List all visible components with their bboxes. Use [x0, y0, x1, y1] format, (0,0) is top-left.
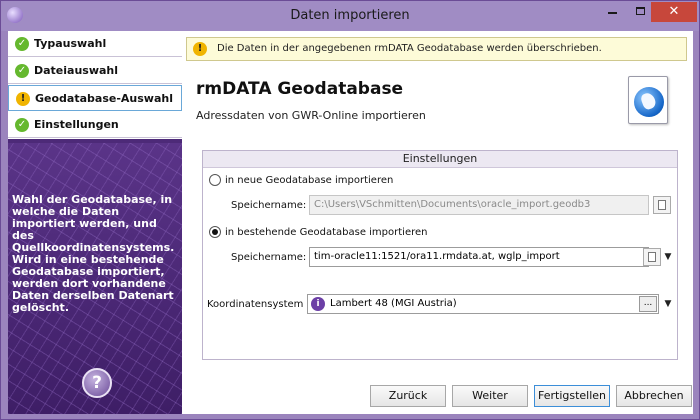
step-einstellungen[interactable]: ✓ Einstellungen	[8, 112, 182, 138]
step-label: Einstellungen	[34, 118, 119, 131]
settings-group: Einstellungen in neue Geodatabase import…	[202, 150, 678, 360]
minimize-button[interactable]	[599, 2, 625, 22]
step-list: ✓ Typauswahl ✓ Dateiauswahl ! Geodatabas…	[8, 31, 182, 139]
warning-banner: ! Die Daten in der angegebenen rmDATA Ge…	[186, 37, 687, 61]
folder-icon	[658, 200, 666, 210]
finish-button[interactable]: Fertigstellen	[534, 385, 610, 407]
dialog-window: Daten importieren ✕ ✓ Typauswahl ✓ Datei…	[0, 0, 700, 420]
close-button[interactable]: ✕	[651, 2, 697, 22]
info-icon: i	[311, 297, 325, 311]
maximize-icon	[635, 7, 645, 15]
page-title: rmDATA Geodatabase	[196, 79, 404, 99]
minimize-icon	[607, 12, 617, 14]
step-label: Dateiauswahl	[34, 64, 119, 77]
wizard-sidebar: ✓ Typauswahl ✓ Dateiauswahl ! Geodatabas…	[8, 31, 182, 414]
step-dateiauswahl[interactable]: ✓ Dateiauswahl	[8, 58, 182, 84]
back-button[interactable]: Zurück	[370, 385, 446, 407]
crs-dropdown-button[interactable]: ▼	[661, 294, 675, 314]
warning-icon: !	[16, 92, 30, 106]
browse-existing-button[interactable]	[643, 248, 661, 266]
step-typauswahl[interactable]: ✓ Typauswahl	[8, 31, 182, 57]
browse-new-button[interactable]	[653, 196, 671, 214]
step-label: Geodatabase-Auswahl	[35, 92, 173, 105]
radio-new-geodatabase[interactable]	[209, 174, 221, 186]
new-path-label: Speichername:	[231, 200, 307, 211]
warning-icon: !	[193, 42, 207, 56]
window-title: Daten importieren	[290, 8, 410, 23]
radio-new-label: in neue Geodatabase importieren	[225, 175, 394, 186]
existing-path-label: Speichername:	[231, 252, 307, 263]
radio-existing-label: in bestehende Geodatabase importieren	[225, 227, 428, 238]
radio-existing-geodatabase[interactable]	[209, 226, 221, 238]
settings-title: Einstellungen	[203, 151, 677, 168]
cancel-button[interactable]: Abbrechen	[616, 385, 692, 407]
next-button[interactable]: Weiter	[452, 385, 528, 407]
check-icon: ✓	[15, 64, 29, 78]
check-icon: ✓	[15, 37, 29, 51]
step-description: Wahl der Geodatabase, in welche die Date…	[12, 193, 175, 314]
step-label: Typauswahl	[34, 37, 107, 50]
document-icon	[648, 252, 656, 262]
step-geodatabase-auswahl[interactable]: ! Geodatabase-Auswahl	[8, 85, 182, 111]
maximize-button[interactable]	[627, 2, 653, 22]
title-bar[interactable]: Daten importieren ✕	[1, 1, 699, 31]
crs-value: Lambert 48 (MGI Austria)	[330, 298, 457, 309]
warning-text: Die Daten in der angegebenen rmDATA Geod…	[217, 43, 602, 54]
globe-land	[639, 91, 658, 111]
page-subtitle: Adressdaten von GWR-Online importieren	[196, 109, 426, 122]
crs-field[interactable]: i Lambert 48 (MGI Austria)	[307, 294, 659, 314]
check-icon: ✓	[15, 118, 29, 132]
crs-browse-button[interactable]: ...	[639, 296, 657, 312]
existing-dropdown-button[interactable]: ▼	[661, 247, 675, 267]
globe-document-icon	[628, 76, 668, 124]
main-panel: ! Die Daten in der angegebenen rmDATA Ge…	[184, 31, 693, 414]
help-button[interactable]: ?	[82, 368, 112, 398]
dialog-client: ✓ Typauswahl ✓ Dateiauswahl ! Geodatabas…	[8, 31, 693, 414]
new-path-field[interactable]: C:\Users\VSchmitten\Documents\oracle_imp…	[309, 195, 649, 215]
crs-label: Koordinatensystem	[207, 299, 304, 310]
globe-icon	[634, 87, 664, 117]
existing-path-field[interactable]: tim-oracle11:1521/ora11.rmdata.at, wglp_…	[309, 247, 649, 267]
